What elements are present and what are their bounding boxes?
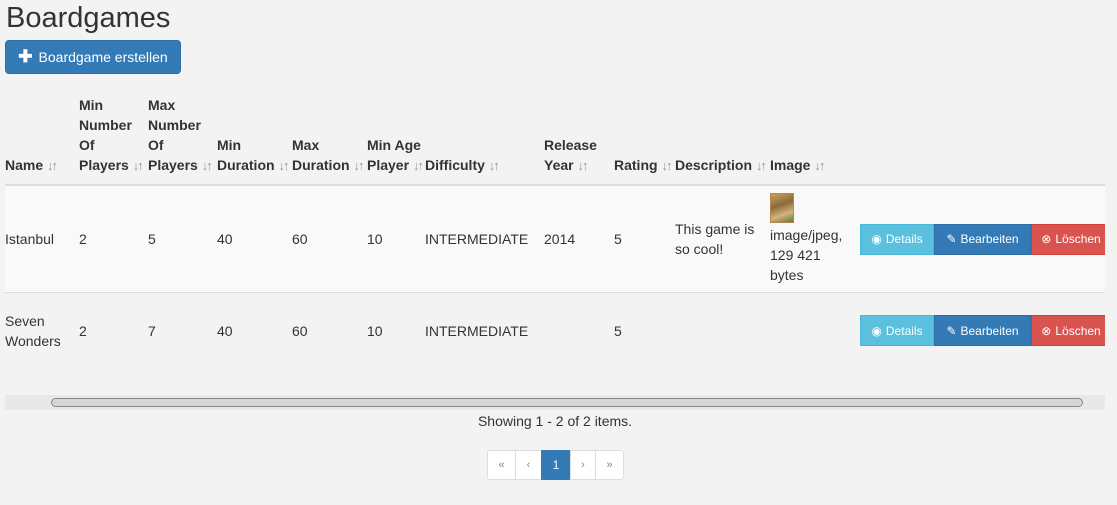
details-label: Details (885, 323, 923, 338)
sort-icon[interactable]: ↓↑ (133, 158, 144, 173)
remove-circle-icon: ⊗ (1041, 323, 1052, 338)
cell-name: Seven Wonders (5, 292, 79, 368)
cell-release-year: 2014 (544, 185, 614, 293)
sort-icon[interactable]: ↓↑ (413, 158, 424, 173)
remove-circle-icon: ⊗ (1041, 232, 1052, 246)
eye-icon: ◉ (871, 323, 882, 338)
column-header-difficulty[interactable]: Difficulty ↓↑ (425, 95, 544, 186)
prev-page-button[interactable]: ‹ (515, 450, 542, 480)
cell-rating: 5 (614, 185, 675, 293)
pagination: « ‹ 1 › » (487, 450, 624, 480)
table-row: Seven Wonders 2 7 40 60 10 INTERMEDIATE … (5, 292, 1105, 368)
row-actions: ◉ Details ✎ Bearbeiten ⊗ Löschen (860, 315, 1105, 346)
plus-icon: ✚ (18, 47, 33, 66)
sort-icon[interactable]: ↓↑ (47, 158, 58, 173)
eye-icon: ◉ (871, 232, 882, 246)
description-text: This game is so cool! (675, 221, 755, 257)
cell-difficulty: INTERMEDIATE (425, 185, 544, 293)
create-boardgame-label: Boardgame erstellen (38, 49, 168, 65)
delete-button[interactable]: ⊗ Löschen (1031, 315, 1105, 346)
details-button[interactable]: ◉ Details (860, 315, 934, 346)
table-header-row: Name ↓↑ Min Number Of Players ↓↑ Max Num… (5, 95, 1105, 186)
page-1-button[interactable]: 1 (541, 450, 571, 480)
horizontal-scrollbar[interactable] (5, 395, 1105, 410)
edit-label: Bearbeiten (960, 232, 1019, 246)
column-header-image[interactable]: Image ↓↑ (770, 95, 860, 186)
pencil-icon: ✎ (946, 232, 957, 246)
sort-icon[interactable]: ↓↑ (577, 158, 588, 173)
cell-max-players: 7 (148, 292, 217, 368)
table-row: Istanbul 2 5 40 60 10 INTERMEDIATE 2014 … (5, 185, 1105, 293)
next-page-button[interactable]: › (570, 450, 596, 480)
column-header-rating[interactable]: Rating ↓↑ (614, 95, 675, 186)
cell-min-age: 10 (367, 185, 425, 293)
details-label: Details (885, 232, 923, 246)
cell-name: Istanbul (5, 185, 79, 293)
scrollbar-thumb[interactable] (51, 398, 1083, 407)
delete-label: Löschen (1055, 232, 1101, 246)
create-boardgame-button[interactable]: ✚ Boardgame erstellen (5, 40, 181, 74)
sort-icon[interactable]: ↓↑ (353, 158, 364, 173)
cell-release-year (544, 292, 614, 368)
sort-icon[interactable]: ↓↑ (756, 158, 767, 173)
cell-min-players: 2 (79, 185, 148, 293)
cell-actions: ◉ Details ✎ Bearbeiten ⊗ Löschen (860, 292, 1105, 368)
cell-description (675, 292, 770, 368)
delete-label: Löschen (1055, 323, 1101, 338)
boardgames-table-container: Name ↓↑ Min Number Of Players ↓↑ Max Num… (5, 95, 1105, 395)
game-thumbnail[interactable] (770, 193, 794, 223)
boardgames-table: Name ↓↑ Min Number Of Players ↓↑ Max Num… (5, 95, 1105, 368)
cell-min-players: 2 (79, 292, 148, 368)
cell-image: image/jpeg, 129 421 bytes (770, 185, 860, 293)
cell-difficulty: INTERMEDIATE (425, 292, 544, 368)
details-button[interactable]: ◉ Details (860, 223, 934, 255)
pagination-summary: Showing 1 - 2 of 2 items. (477, 413, 633, 429)
cell-min-duration: 40 (217, 292, 292, 368)
column-header-max-players[interactable]: Max Number Of Players ↓↑ (148, 95, 217, 186)
cell-image (770, 292, 860, 368)
column-header-max-duration[interactable]: Max Duration ↓↑ (292, 95, 367, 186)
cell-description: This game is so cool! (675, 185, 770, 293)
row-actions: ◉ Details ✎ Bearbeiten ⊗ Löschen (860, 223, 1105, 255)
name-text: Seven Wonders (5, 312, 61, 349)
pencil-icon: ✎ (946, 323, 957, 338)
sort-icon[interactable]: ↓↑ (489, 158, 500, 173)
column-header-description[interactable]: Description ↓↑ (675, 95, 770, 186)
column-header-actions (860, 95, 1105, 186)
sort-icon[interactable]: ↓↑ (278, 158, 289, 173)
column-header-release-year[interactable]: Release Year ↓↑ (544, 95, 614, 186)
edit-button[interactable]: ✎ Bearbeiten (934, 315, 1031, 346)
edit-button[interactable]: ✎ Bearbeiten (934, 223, 1031, 255)
column-header-name[interactable]: Name ↓↑ (5, 95, 79, 186)
cell-min-age: 10 (367, 292, 425, 368)
image-info: image/jpeg, 129 421 bytes (770, 227, 843, 283)
edit-label: Bearbeiten (960, 323, 1019, 338)
sort-icon[interactable]: ↓↑ (202, 158, 213, 173)
cell-rating: 5 (614, 292, 675, 368)
column-header-min-duration[interactable]: Min Duration ↓↑ (217, 95, 292, 186)
first-page-button[interactable]: « (487, 450, 516, 480)
page-title: Boardgames (6, 2, 171, 34)
delete-button[interactable]: ⊗ Löschen (1031, 223, 1105, 255)
last-page-button[interactable]: » (595, 450, 624, 480)
sort-icon[interactable]: ↓↑ (661, 158, 672, 173)
column-header-min-players[interactable]: Min Number Of Players ↓↑ (79, 95, 148, 186)
cell-actions: ◉ Details ✎ Bearbeiten ⊗ Löschen (860, 185, 1105, 293)
cell-min-duration: 40 (217, 185, 292, 293)
sort-icon[interactable]: ↓↑ (814, 158, 825, 173)
cell-max-duration: 60 (292, 292, 367, 368)
column-header-min-age[interactable]: Min Age Player ↓↑ (367, 95, 425, 186)
cell-max-duration: 60 (292, 185, 367, 293)
cell-max-players: 5 (148, 185, 217, 293)
